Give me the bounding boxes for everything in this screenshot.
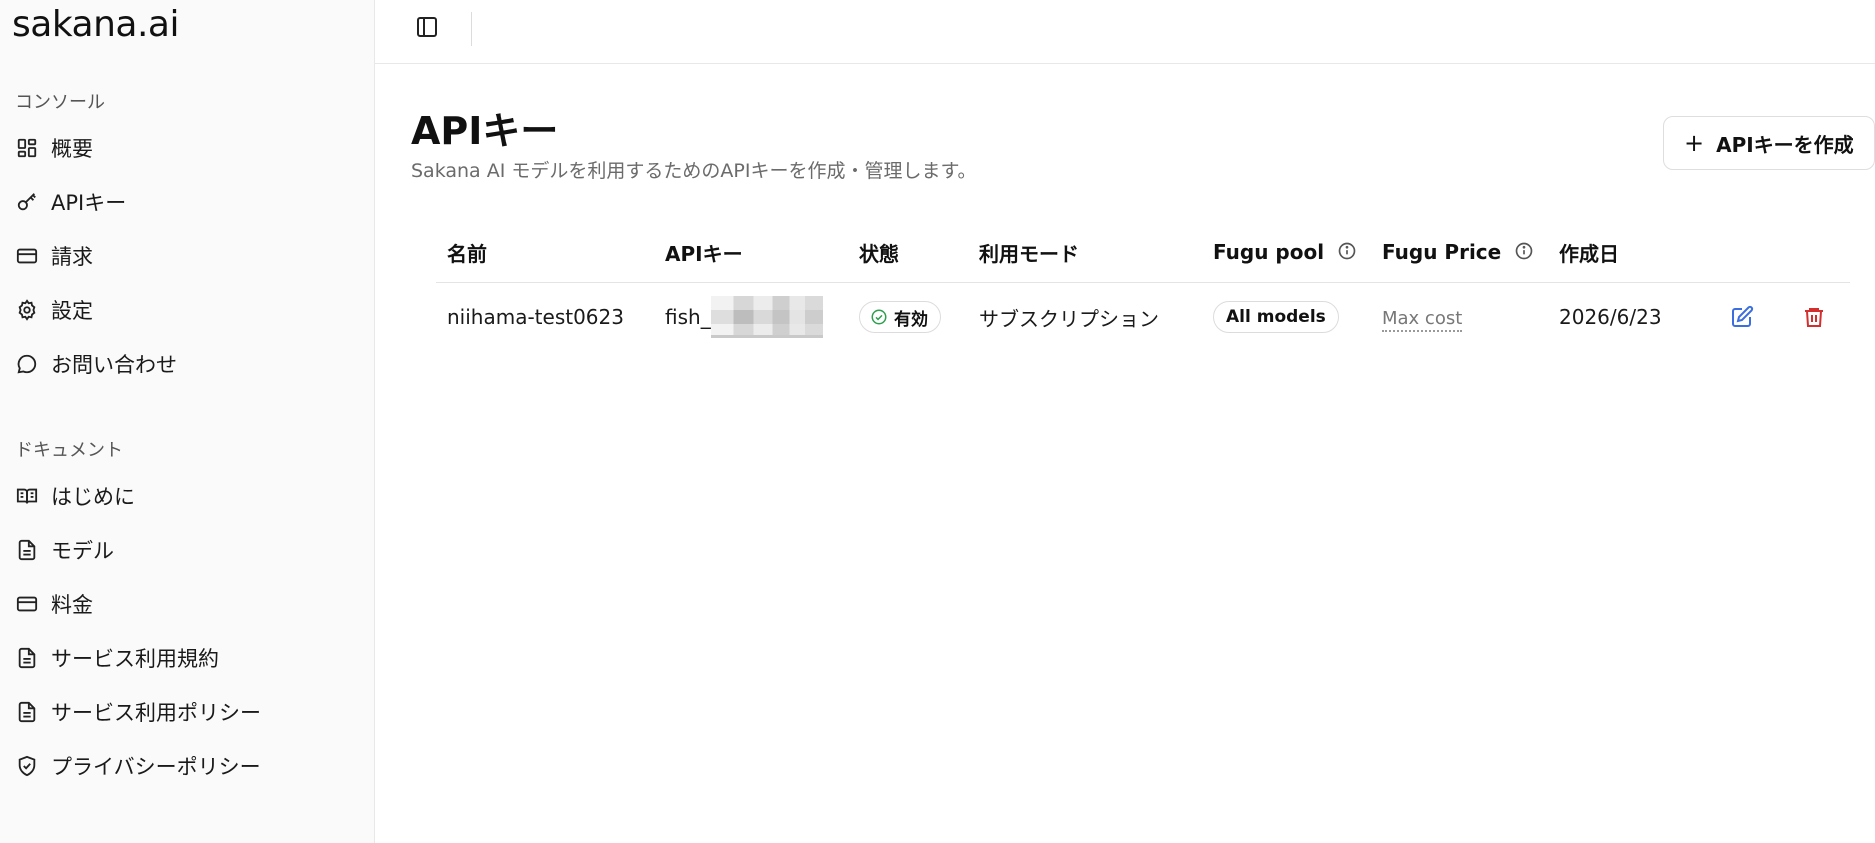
column-header-status: 状態: [848, 224, 968, 283]
api-keys-table: 名前 APIキー 状態 利用モード Fugu pool Fugu Price 作…: [436, 224, 1850, 352]
sidebar-item-label: APIキー: [51, 191, 127, 215]
chat-bubble-icon: [15, 352, 39, 376]
sidebar-item-api-keys[interactable]: APIキー: [15, 182, 126, 222]
sidebar-toggle-icon: [415, 15, 439, 43]
create-button-label: APIキーを作成: [1716, 132, 1854, 157]
create-api-key-button[interactable]: + APIキーを作成: [1663, 116, 1875, 170]
sidebar-item-usage-policy[interactable]: サービス利用ポリシー: [15, 692, 261, 732]
sidebar-item-settings[interactable]: 設定: [15, 290, 93, 330]
info-icon[interactable]: [1514, 241, 1534, 266]
column-header-name: 名前: [436, 224, 654, 283]
sidebar-item-label: 料金: [51, 593, 93, 617]
check-circle-icon: [871, 309, 887, 325]
sidebar-item-label: モデル: [51, 539, 114, 563]
sidebar-item-label: お問い合わせ: [51, 353, 177, 377]
sidebar-item-label: はじめに: [51, 485, 135, 509]
column-header-created: 作成日: [1548, 224, 1715, 283]
cell-price: Max cost: [1371, 282, 1548, 352]
cell-name: niihama-test0623: [447, 305, 624, 330]
section-label-console: コンソール: [15, 92, 105, 113]
status-badge: 有効: [859, 301, 941, 334]
info-icon[interactable]: [1337, 241, 1357, 266]
sidebar-item-label: プライバシーポリシー: [51, 755, 261, 779]
open-book-icon: [15, 484, 39, 508]
credit-card-icon: [15, 244, 39, 268]
table-row: niihama-test0623 fish_ 有効 サブスクリプション All …: [436, 282, 1850, 352]
sidebar-item-getting-started[interactable]: はじめに: [15, 476, 135, 516]
status-label: 有効: [894, 309, 928, 330]
api-key-prefix: fish_: [665, 305, 711, 330]
column-header-edit: [1715, 224, 1787, 283]
column-header-api-key: APIキー: [654, 224, 848, 283]
column-header-delete: [1787, 224, 1850, 283]
sidebar-item-pricing[interactable]: 料金: [15, 584, 93, 624]
sidebar-item-privacy[interactable]: プライバシーポリシー: [15, 746, 261, 786]
sidebar-item-overview[interactable]: 概要: [15, 128, 93, 168]
cell-edit: [1715, 282, 1787, 352]
document-icon: [15, 700, 39, 724]
page-title: APIキー: [411, 109, 559, 153]
topbar: [375, 0, 1875, 64]
trash-icon: [1805, 307, 1823, 327]
cell-delete: [1787, 282, 1850, 352]
gear-icon: [15, 298, 39, 322]
dashboard-icon: [15, 136, 39, 160]
sidebar-item-label: サービス利用ポリシー: [51, 701, 261, 725]
document-icon: [15, 646, 39, 670]
key-icon: [15, 190, 39, 214]
sidebar-item-label: 概要: [51, 137, 93, 161]
sidebar-item-billing[interactable]: 請求: [15, 236, 93, 276]
edit-icon: [1732, 305, 1754, 327]
column-header-fugu-pool: Fugu pool: [1202, 224, 1371, 283]
main-content: APIキー Sakana AI モデルを利用するためのAPIキーを作成・管理しま…: [375, 0, 1875, 843]
logo[interactable]: sakana.ai: [12, 4, 179, 45]
document-icon: [15, 538, 39, 562]
sidebar-item-label: サービス利用規約: [51, 647, 219, 671]
column-header-fugu-price-label: Fugu Price: [1382, 239, 1502, 264]
column-header-fugu-pool-label: Fugu pool: [1213, 239, 1325, 264]
page-subtitle: Sakana AI モデルを利用するためのAPIキーを作成・管理します。: [411, 160, 977, 182]
pool-badge: All models: [1213, 301, 1339, 334]
plus-icon: +: [1684, 129, 1705, 157]
cell-api-key: fish_: [654, 282, 848, 352]
sidebar-toggle-button[interactable]: [413, 15, 441, 43]
cell-status: 有効: [848, 282, 968, 352]
sidebar: sakana.ai コンソール 概要 APIキー 請求 設定 お問い合わせ ドキ…: [0, 0, 375, 843]
edit-button[interactable]: [1726, 301, 1758, 333]
price-value[interactable]: Max cost: [1382, 308, 1463, 333]
shield-check-icon: [15, 754, 39, 778]
cell-created: 2026/6/23: [1559, 305, 1662, 330]
sidebar-item-contact[interactable]: お問い合わせ: [15, 344, 177, 384]
delete-button[interactable]: [1798, 301, 1830, 333]
column-header-mode: 利用モード: [968, 224, 1202, 283]
sidebar-item-models[interactable]: モデル: [15, 530, 114, 570]
cell-pool: All models: [1202, 282, 1371, 352]
sidebar-item-label: 設定: [51, 299, 93, 323]
credit-card-icon: [15, 592, 39, 616]
column-header-fugu-price: Fugu Price: [1371, 224, 1548, 283]
sidebar-item-label: 請求: [51, 245, 93, 269]
api-key-masked: [710, 296, 823, 339]
sidebar-item-terms[interactable]: サービス利用規約: [15, 638, 219, 678]
section-label-docs: ドキュメント: [15, 440, 123, 461]
topbar-divider: [471, 12, 472, 46]
cell-mode: サブスクリプション: [979, 306, 1159, 331]
table-header-row: 名前 APIキー 状態 利用モード Fugu pool Fugu Price 作…: [436, 224, 1850, 283]
